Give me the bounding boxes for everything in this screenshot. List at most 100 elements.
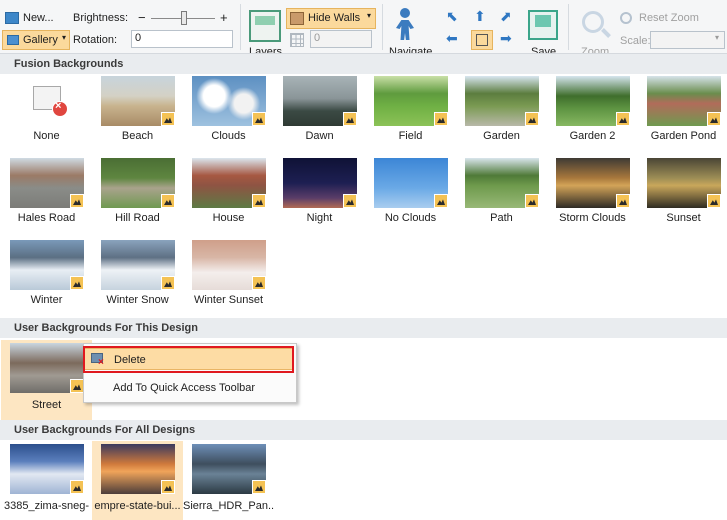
section-header-user-all: User Backgrounds For All Designs	[0, 420, 727, 440]
background-tile[interactable]: Field	[365, 76, 456, 154]
tile-label: empre-state-bui...	[94, 500, 181, 512]
tile-label: Winter Snow	[106, 294, 169, 306]
background-tile[interactable]: Hales Road	[1, 158, 92, 236]
delete-x-icon: ×	[98, 357, 104, 368]
new-background-icon[interactable]	[5, 12, 19, 24]
background-tile[interactable]: Street	[1, 340, 92, 420]
background-thumbnail	[10, 444, 84, 494]
background-tile[interactable]: Storm Clouds	[547, 158, 638, 236]
tile-label: Night	[306, 212, 333, 224]
background-tile[interactable]: Sunset	[638, 158, 727, 236]
hide-walls-button[interactable]: Hide Walls ▾	[286, 8, 376, 29]
layers-icon[interactable]	[249, 10, 281, 42]
tile-label: No Clouds	[384, 212, 437, 224]
background-gallery: Fusion Backgrounds × None Beach Clouds D…	[0, 54, 727, 520]
brightness-minus-icon[interactable]: −	[138, 10, 146, 25]
background-tile[interactable]: No Clouds	[365, 158, 456, 236]
background-thumbnail	[192, 240, 266, 290]
image-badge-icon	[161, 480, 175, 494]
background-thumbnail	[374, 158, 448, 208]
tile-label: 3385_zima-sneg-	[4, 500, 89, 512]
scale-label: Scale:	[620, 35, 651, 47]
background-tile[interactable]: Winter Snow	[92, 240, 183, 318]
navigate-person-icon[interactable]	[400, 8, 410, 18]
background-thumbnail	[556, 158, 630, 208]
background-tile[interactable]: Night	[274, 158, 365, 236]
arrow-left-icon[interactable]: ⬅	[446, 30, 458, 47]
background-tile[interactable]: Path	[456, 158, 547, 236]
ribbon-toolbar: New... Gallery ▾ Brightness: − + Rotatio…	[0, 0, 727, 54]
image-badge-icon	[161, 194, 175, 208]
wall-height-input[interactable]: 0	[310, 30, 372, 48]
context-menu-delete[interactable]: × Delete	[84, 348, 294, 370]
arrow-up-icon[interactable]: ⬆	[474, 8, 486, 25]
background-tile[interactable]: Garden	[456, 76, 547, 154]
image-badge-icon	[707, 194, 721, 208]
section-header-user-design: User Backgrounds For This Design	[0, 318, 727, 338]
background-thumbnail	[192, 158, 266, 208]
save-button[interactable]: Save	[531, 46, 556, 53]
section-header-fusion: Fusion Backgrounds	[0, 54, 727, 74]
background-tile[interactable]: Beach	[92, 76, 183, 154]
tile-label: None	[33, 130, 60, 142]
background-thumbnail	[10, 240, 84, 290]
background-tile[interactable]: Winter	[1, 240, 92, 318]
zoom-handle-icon	[601, 28, 611, 38]
no-background-icon: ×	[10, 76, 84, 126]
background-tile[interactable]: Garden Pond	[638, 76, 727, 154]
gallery-button[interactable]: Gallery ▾	[2, 30, 70, 50]
background-tile[interactable]: Clouds	[183, 76, 274, 154]
arrow-up-left-icon[interactable]: ⬉	[446, 8, 458, 25]
brightness-plus-icon[interactable]: +	[220, 10, 228, 25]
chevron-down-icon: ▾	[62, 33, 67, 42]
tile-label: Path	[490, 212, 513, 224]
background-thumbnail	[101, 240, 175, 290]
context-menu-add-qat[interactable]: Add To Quick Access Toolbar	[84, 377, 294, 399]
background-thumbnail	[556, 76, 630, 126]
image-badge-icon	[252, 194, 266, 208]
background-thumbnail	[465, 158, 539, 208]
background-tile[interactable]: Garden 2	[547, 76, 638, 154]
rotation-label: Rotation:	[73, 34, 118, 46]
tile-label: Garden Pond	[650, 130, 717, 142]
background-tile[interactable]: empre-state-bui...	[92, 441, 183, 520]
tile-label: Garden 2	[569, 130, 616, 142]
save-icon-inner	[535, 15, 551, 27]
navigate-button[interactable]: Navigate	[389, 46, 432, 53]
image-badge-icon	[616, 112, 630, 126]
background-thumbnail	[283, 76, 357, 126]
image-badge-icon	[70, 194, 84, 208]
ribbon-separator	[568, 4, 569, 50]
arrow-right-icon[interactable]: ➡	[500, 30, 512, 47]
background-tile[interactable]: Winter Sunset	[183, 240, 274, 318]
background-thumbnail	[101, 76, 175, 126]
tile-label: Hales Road	[17, 212, 76, 224]
background-tile[interactable]: Dawn	[274, 76, 365, 154]
reset-zoom-button[interactable]: Reset Zoom	[639, 12, 699, 24]
image-badge-icon	[343, 112, 357, 126]
layers-button[interactable]: Layers	[249, 46, 282, 53]
arrow-up-right-icon[interactable]: ⬈	[500, 8, 512, 25]
background-thumbnail	[10, 158, 84, 208]
background-tile[interactable]: Sierra_HDR_Pan...	[183, 441, 274, 519]
image-badge-icon	[70, 480, 84, 494]
gallery-icon	[7, 35, 19, 45]
reset-zoom-icon[interactable]	[620, 12, 632, 24]
background-tile[interactable]: Hill Road	[92, 158, 183, 236]
tile-label: Dawn	[305, 130, 334, 142]
tile-label: Street	[31, 399, 62, 411]
background-tile[interactable]: × None	[1, 76, 92, 154]
context-menu-add-qat-label: Add To Quick Access Toolbar	[113, 382, 256, 394]
scale-dropdown[interactable]	[650, 31, 725, 49]
tile-label: Garden	[483, 130, 520, 142]
background-tile[interactable]: 3385_zima-sneg-	[1, 441, 92, 519]
rotation-input[interactable]: 0	[131, 30, 233, 48]
zoom-button[interactable]: Zoom	[581, 46, 609, 53]
grid-icon[interactable]	[290, 33, 304, 47]
new-button[interactable]: New...	[23, 12, 54, 24]
background-thumbnail	[101, 444, 175, 494]
image-badge-icon	[525, 194, 539, 208]
background-tile[interactable]: House	[183, 158, 274, 236]
brightness-slider-thumb[interactable]	[181, 11, 187, 25]
context-menu-delete-label: Delete	[114, 354, 146, 366]
